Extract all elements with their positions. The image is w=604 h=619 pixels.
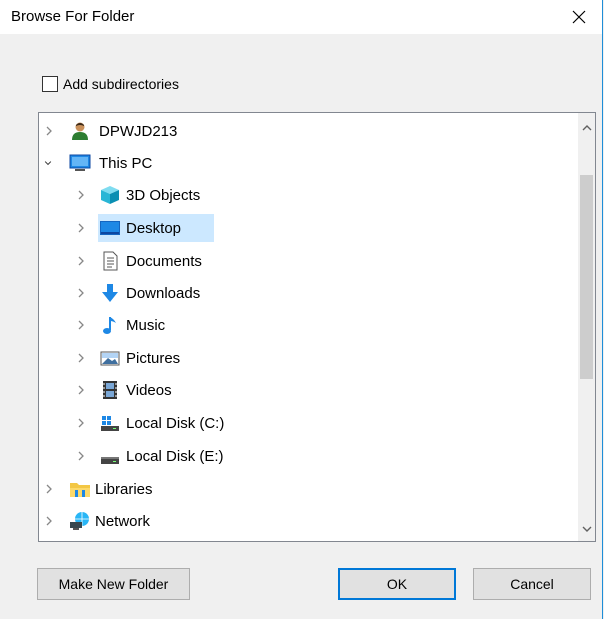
desktop-icon: [100, 221, 120, 235]
chevron-right-icon[interactable]: [76, 351, 86, 365]
chevron-down-icon: [582, 526, 591, 532]
chevron-right-icon[interactable]: [76, 318, 86, 332]
tree-item-label: 3D Objects: [126, 187, 201, 204]
tree-item-this-pc[interactable]: This PC: [39, 148, 564, 178]
cube-icon: [101, 186, 119, 204]
tree-item-label: Pictures: [126, 350, 181, 367]
download-icon: [102, 284, 118, 302]
chevron-right-icon[interactable]: [76, 188, 86, 202]
tree-item-label: Libraries: [95, 481, 153, 498]
tree-item-desktop[interactable]: Desktop: [39, 213, 564, 243]
drive-icon: [101, 457, 119, 464]
chevron-right-icon[interactable]: [76, 416, 86, 430]
dialog-title: Browse For Folder: [11, 8, 135, 25]
chevron-right-icon[interactable]: [44, 124, 54, 138]
tree-item-label: Local Disk (E:): [126, 448, 224, 465]
vertical-scrollbar[interactable]: [578, 113, 595, 541]
windows-drive-icon: [101, 416, 119, 431]
tree-item-label: Music: [126, 317, 166, 334]
title-bar: Browse For Folder: [0, 0, 602, 34]
chevron-down-icon[interactable]: [43, 156, 53, 170]
chevron-up-icon: [582, 124, 591, 130]
tree-item-label: Network: [95, 513, 151, 530]
folder-tree[interactable]: DPWJD213 This PC 3D Objects Desktop Docu…: [38, 112, 596, 542]
tree-item-downloads[interactable]: Downloads: [39, 278, 564, 308]
make-new-folder-button[interactable]: Make New Folder: [37, 568, 190, 600]
tree-item-music[interactable]: Music: [39, 310, 564, 340]
tree-item-local-disk-c[interactable]: Local Disk (C:): [39, 408, 564, 438]
add-subdirectories-label: Add subdirectories: [63, 76, 179, 92]
tree-item-label: Downloads: [126, 285, 201, 302]
tree-item-label: Videos: [126, 382, 172, 399]
music-icon: [103, 317, 116, 334]
chevron-right-icon[interactable]: [76, 449, 86, 463]
add-subdirectories-checkbox[interactable]: [42, 76, 58, 92]
tree-item-videos[interactable]: Videos: [39, 375, 564, 405]
tree-item-libraries[interactable]: Libraries: [39, 474, 564, 504]
libraries-icon: [70, 483, 90, 497]
tree-item-label: Documents: [126, 253, 202, 270]
tree-item-local-disk-e[interactable]: Local Disk (E:): [39, 441, 564, 471]
tree-item-label: This PC: [99, 155, 153, 172]
tree-item-pictures[interactable]: Pictures: [39, 343, 564, 373]
chevron-right-icon[interactable]: [76, 221, 86, 235]
ok-button[interactable]: OK: [338, 568, 456, 600]
tree-item-documents[interactable]: Documents: [39, 246, 564, 276]
tree-item-3d-objects[interactable]: 3D Objects: [39, 180, 564, 210]
close-icon: [572, 10, 586, 24]
chevron-right-icon[interactable]: [44, 514, 54, 528]
network-icon: [70, 512, 89, 530]
scroll-down-button[interactable]: [578, 520, 595, 537]
tree-item-label: Local Disk (C:): [126, 415, 225, 432]
computer-icon: [69, 154, 91, 171]
chevron-right-icon[interactable]: [76, 286, 86, 300]
tree-item-label: Desktop: [126, 220, 182, 237]
pictures-icon: [100, 351, 120, 366]
browse-for-folder-dialog: Browse For Folder Add subdirectories DPW…: [0, 0, 603, 619]
tree-item-label: DPWJD213: [99, 123, 178, 140]
chevron-right-icon[interactable]: [76, 254, 86, 268]
chevron-right-icon[interactable]: [44, 482, 54, 496]
document-icon: [103, 251, 118, 271]
tree-item-dpwjd213[interactable]: DPWJD213: [39, 116, 564, 146]
scroll-thumb[interactable]: [580, 175, 593, 379]
chevron-right-icon[interactable]: [76, 383, 86, 397]
videos-icon: [103, 381, 117, 399]
user-icon: [72, 122, 88, 140]
tree-item-network[interactable]: Network: [39, 506, 564, 536]
cancel-button[interactable]: Cancel: [473, 568, 591, 600]
close-button[interactable]: [556, 0, 602, 34]
scroll-up-button[interactable]: [578, 119, 595, 136]
add-subdirectories-option[interactable]: Add subdirectories: [42, 76, 179, 92]
